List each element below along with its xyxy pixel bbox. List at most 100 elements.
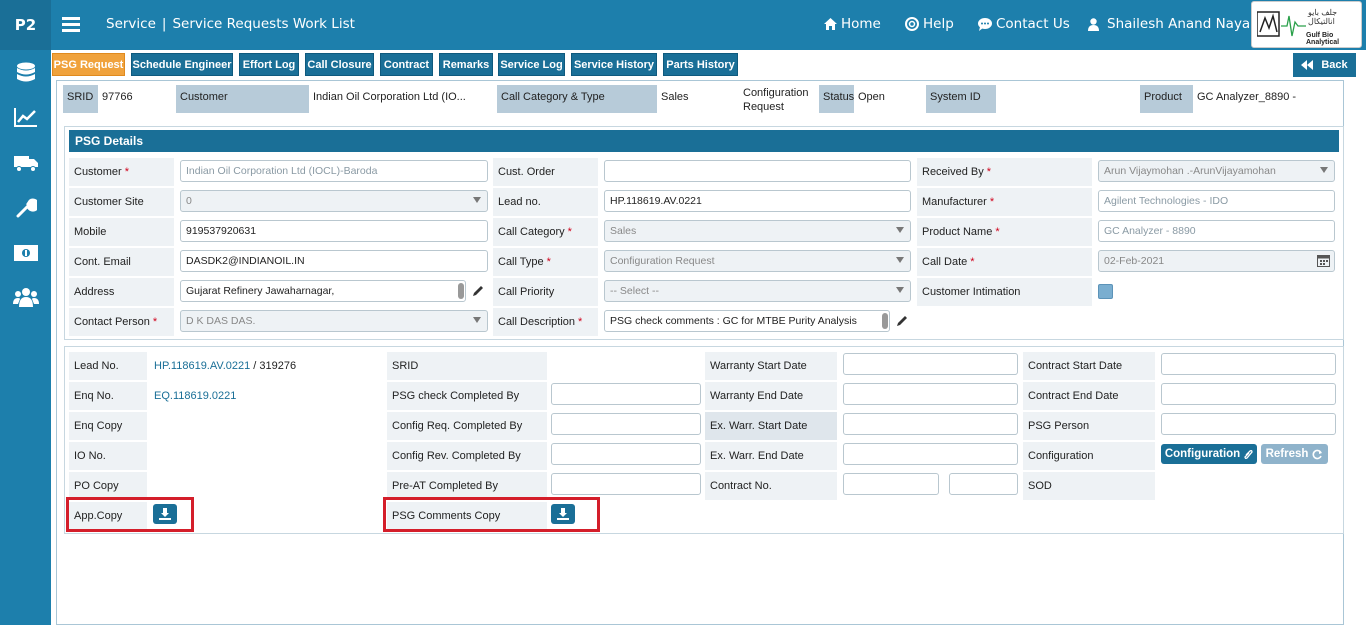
refresh-button[interactable]: Refresh	[1261, 444, 1328, 464]
home-link[interactable]: Home	[824, 16, 881, 32]
call-type-label-text: Call Type	[498, 256, 544, 268]
pencil-icon[interactable]	[471, 284, 485, 298]
double-left-arrow-icon	[1301, 60, 1314, 70]
tab-call-closure[interactable]: Call Closure	[305, 53, 374, 76]
customer-label: Customer *	[69, 158, 174, 186]
chevron-down-icon	[473, 317, 481, 323]
configuration-button-label: Configuration	[1164, 448, 1241, 460]
chevron-down-icon	[896, 287, 904, 293]
wrench-icon[interactable]	[13, 197, 39, 219]
contract-end-label: Contract End Date	[1023, 382, 1155, 410]
calendar-icon[interactable]	[1317, 254, 1330, 267]
truck-icon[interactable]	[13, 152, 39, 174]
hamburger-menu-icon[interactable]	[62, 14, 80, 34]
money-icon[interactable]	[13, 242, 39, 264]
mobile-field[interactable]: 919537920631	[180, 220, 488, 242]
call-priority-label: Call Priority	[493, 278, 598, 306]
contract-no-label: Contract No.	[705, 472, 837, 500]
summary-category-label: Call Category & Type	[497, 85, 657, 113]
psg-check-input[interactable]	[551, 383, 701, 405]
manufacturer-label-text: Manufacturer	[922, 196, 987, 208]
ex-warr-end-label: Ex. Warr. End Date	[705, 442, 837, 470]
help-link[interactable]: Help	[905, 16, 954, 32]
configuration-button[interactable]: Configuration	[1161, 444, 1257, 464]
pencil-icon[interactable]	[895, 314, 909, 328]
tab-service-log[interactable]: Service Log	[498, 53, 565, 76]
contract-start-label: Contract Start Date	[1023, 352, 1155, 380]
contract-end-input[interactable]	[1161, 383, 1336, 405]
config-req-input[interactable]	[551, 413, 701, 435]
brand-logo[interactable]: P2	[0, 0, 51, 50]
address-scrollbar[interactable]	[458, 283, 464, 299]
chart-line-icon[interactable]	[13, 106, 39, 128]
warranty-end-input[interactable]	[843, 383, 1018, 405]
call-type-select[interactable]: Configuration Request	[604, 250, 911, 272]
pre-at-input[interactable]	[551, 473, 701, 495]
lead-no2-value: HP.118619.AV.0221 / 319276	[149, 352, 379, 380]
tab-remarks[interactable]: Remarks	[439, 53, 493, 76]
psg-person-input[interactable]	[1161, 413, 1336, 435]
call-date-field[interactable]: 02-Feb-2021	[1098, 250, 1335, 272]
customer-site-label: Customer Site	[69, 188, 174, 216]
user-menu[interactable]: Shailesh Anand Nayak	[1088, 16, 1258, 32]
user-name: Shailesh Anand Nayak	[1107, 16, 1259, 32]
enq-no-label: Enq No.	[69, 382, 147, 410]
contact-person-label-text: Contact Person	[74, 316, 150, 328]
io-no-label: IO No.	[69, 442, 147, 470]
customer-intimation-checkbox[interactable]	[1098, 284, 1113, 299]
manufacturer-label: Manufacturer *	[917, 188, 1092, 216]
contract-no-input-2[interactable]	[949, 473, 1018, 495]
logo-text: Gulf Bio Analytical	[1306, 32, 1340, 46]
pre-at-label: Pre-AT Completed By	[387, 472, 547, 500]
call-type-label: Call Type *	[493, 248, 598, 276]
tab-effort-log[interactable]: Effort Log	[239, 53, 299, 76]
summary-system-value	[996, 85, 1140, 113]
warranty-start-input[interactable]	[843, 353, 1018, 375]
customer-field[interactable]: Indian Oil Corporation Ltd (IOCL)-Baroda	[180, 160, 488, 182]
customer-site-select[interactable]: 0	[180, 190, 488, 212]
manufacturer-field[interactable]: Agilent Technologies - IDO	[1098, 190, 1335, 212]
users-icon[interactable]	[13, 286, 39, 308]
config-rev-input[interactable]	[551, 443, 701, 465]
tab-schedule-engineer[interactable]: Schedule Engineer	[131, 53, 233, 76]
configuration-label: Configuration	[1023, 442, 1155, 470]
contact-person-select[interactable]: D K DAS DAS.	[180, 310, 488, 332]
address-field[interactable]: Gujarat Refinery Jawaharnagar,	[180, 280, 466, 302]
contract-start-input[interactable]	[1161, 353, 1336, 375]
received-by-select[interactable]: Arun Vijaymohan .-ArunVijayamohan	[1098, 160, 1335, 182]
tab-contract[interactable]: Contract	[380, 53, 433, 76]
ex-warr-end-input[interactable]	[843, 443, 1018, 465]
description-scrollbar[interactable]	[882, 313, 888, 329]
top-bar: P2 Service | Service Requests Work List Ho…	[0, 0, 1366, 50]
breadcrumb-module[interactable]: Service	[106, 16, 156, 32]
tab-psg-request[interactable]: PSG Request	[52, 53, 125, 76]
lead-no-field[interactable]: HP.118619.AV.0221	[604, 190, 911, 212]
lead-no-link[interactable]: HP.118619.AV.0221	[154, 360, 250, 372]
lead-no2-label: Lead No.	[69, 352, 147, 380]
enq-no-link[interactable]: EQ.118619.0221	[149, 382, 379, 410]
tab-service-history[interactable]: Service History	[571, 53, 657, 76]
email-field[interactable]: DASDK2@INDIANOIL.IN	[180, 250, 488, 272]
call-description-label: Call Description *	[493, 308, 598, 336]
call-priority-select[interactable]: -- Select --	[604, 280, 911, 302]
cust-order-field[interactable]	[604, 160, 911, 182]
contract-no-input[interactable]	[843, 473, 939, 495]
ex-warr-start-input[interactable]	[843, 413, 1018, 435]
call-date-label: Call Date *	[917, 248, 1092, 276]
customer-site-value: 0	[186, 195, 192, 207]
summary-product-value: GC Analyzer_8890 -	[1197, 91, 1297, 103]
database-icon[interactable]	[13, 62, 39, 84]
summary-customer-value: Indian Oil Corporation Ltd (IO...	[313, 91, 466, 103]
back-button[interactable]: Back	[1293, 53, 1356, 77]
main-content: PSG Request Schedule Engineer Effort Log…	[51, 50, 1366, 625]
chevron-down-icon	[1320, 167, 1328, 173]
tab-parts-history[interactable]: Parts History	[663, 53, 738, 76]
warranty-start-label: Warranty Start Date	[705, 352, 837, 380]
received-by-label: Received By *	[917, 158, 1092, 186]
call-category-label: Call Category *	[493, 218, 598, 246]
contact-link[interactable]: Contact Us	[978, 16, 1070, 32]
call-category-select[interactable]: Sales	[604, 220, 911, 242]
product-name-field[interactable]: GC Analyzer - 8890	[1098, 220, 1335, 242]
call-description-field[interactable]: PSG check comments : GC for MTBE Purity …	[604, 310, 890, 332]
help-label: Help	[923, 16, 954, 32]
